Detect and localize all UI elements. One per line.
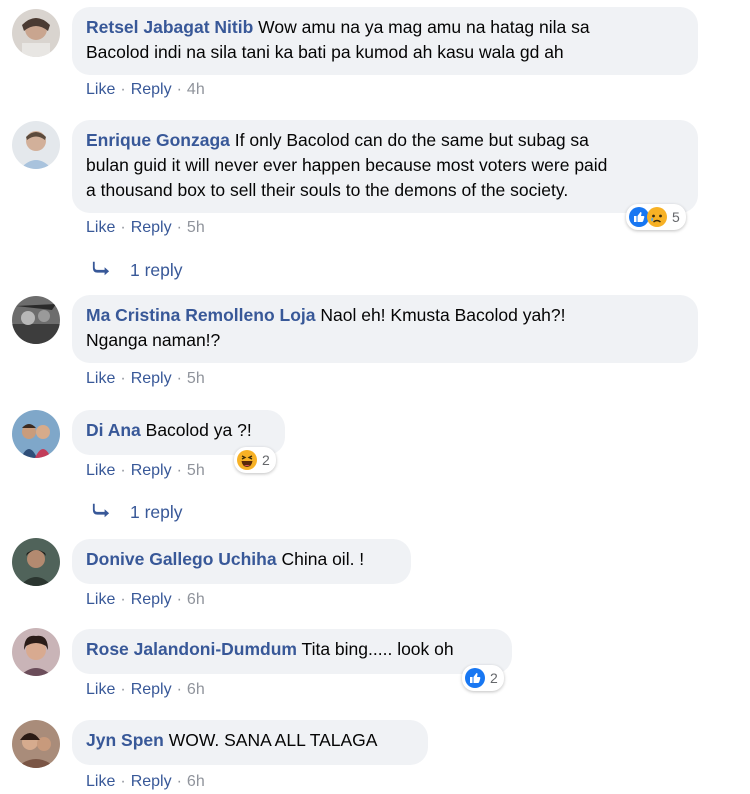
avatar[interactable] (12, 9, 60, 57)
separator: · (176, 773, 182, 790)
comment-bubble: Jyn Spen WOW. SANA ALL TALAGA (72, 720, 428, 765)
like-link[interactable]: Like (86, 370, 115, 387)
reaction-count: 2 (262, 452, 270, 468)
reply-link[interactable]: Reply (131, 370, 172, 387)
like-link[interactable]: Like (86, 591, 115, 608)
comment-text-line: bulan guid it will never ever happen bec… (86, 155, 608, 175)
view-replies-link[interactable]: 1 reply (92, 260, 183, 281)
sad-reaction-icon (646, 206, 668, 228)
like-link[interactable]: Like (86, 773, 115, 790)
timestamp[interactable]: 5h (187, 370, 205, 387)
separator: · (176, 591, 182, 608)
comment-bubble: Rose Jalandoni-Dumdum Tita bing..... loo… (72, 629, 512, 674)
comment-text: Tita bing..... look oh (301, 639, 454, 659)
like-link[interactable]: Like (86, 462, 115, 479)
like-link[interactable]: Like (86, 681, 115, 698)
avatar[interactable] (12, 538, 60, 586)
view-replies-link[interactable]: 1 reply (92, 502, 183, 523)
comment-text-line: Nganga naman!? (86, 330, 221, 350)
comment-bubble: Ma Cristina Remolleno Loja Naol eh! Kmus… (72, 295, 698, 363)
reply-link[interactable]: Reply (131, 773, 172, 790)
comment-author[interactable]: Ma Cristina Remolleno Loja (86, 305, 315, 325)
comment-actions: Like · Reply · 6h (86, 772, 205, 792)
avatar[interactable] (12, 720, 60, 768)
comment-text-line: a thousand box to sell their souls to th… (86, 180, 569, 200)
haha-reaction-icon (236, 449, 258, 471)
comment-bubble: Donive Gallego Uchiha China oil. ! (72, 539, 411, 584)
reply-link[interactable]: Reply (131, 81, 172, 98)
separator: · (120, 462, 126, 479)
comment-author[interactable]: Di Ana (86, 420, 141, 440)
timestamp[interactable]: 6h (187, 591, 205, 608)
timestamp[interactable]: 4h (187, 81, 205, 98)
separator: · (120, 370, 126, 387)
comment-text: China oil. ! (281, 549, 365, 569)
comment-text: Naol eh! Kmusta Bacolod yah?! (320, 305, 566, 325)
separator: · (120, 81, 126, 98)
comment-actions: Like · Reply · 5h (86, 369, 205, 389)
separator: · (176, 81, 182, 98)
replies-count: 1 reply (130, 260, 183, 280)
comment-actions: Like · Reply · 6h (86, 590, 205, 610)
avatar[interactable] (12, 296, 60, 344)
avatar[interactable] (12, 121, 60, 169)
comment-text: WOW. SANA ALL TALAGA (168, 730, 378, 750)
reaction-count: 5 (672, 209, 680, 225)
comment-author[interactable]: Enrique Gonzaga (86, 130, 230, 150)
comment-actions: Like · Reply · 6h (86, 680, 205, 700)
reply-arrow-icon (92, 502, 130, 523)
timestamp[interactable]: 6h (187, 681, 205, 698)
timestamp[interactable]: 5h (187, 219, 205, 236)
comment-bubble: Retsel Jabagat Nitib Wow amu na ya mag a… (72, 7, 698, 75)
comment-text: Bacolod ya ?! (145, 420, 252, 440)
separator: · (176, 681, 182, 698)
comment-text-line: Bacolod indi na sila tani ka bati pa kum… (86, 42, 564, 62)
reaction-summary[interactable]: 5 (626, 204, 686, 230)
separator: · (176, 462, 182, 479)
separator: · (120, 773, 126, 790)
separator: · (120, 591, 126, 608)
comment-actions: Like · Reply · 5h (86, 461, 205, 481)
separator: · (176, 219, 182, 236)
comment-author[interactable]: Rose Jalandoni-Dumdum (86, 639, 297, 659)
reaction-summary[interactable]: 2 (462, 665, 504, 691)
like-link[interactable]: Like (86, 81, 115, 98)
separator: · (120, 681, 126, 698)
separator: · (176, 370, 182, 387)
replies-count: 1 reply (130, 502, 183, 522)
reaction-count: 2 (490, 670, 498, 686)
like-link[interactable]: Like (86, 219, 115, 236)
like-reaction-icon (464, 667, 486, 689)
timestamp[interactable]: 5h (187, 462, 205, 479)
comment-text: If only Bacolod can do the same but suba… (234, 130, 589, 150)
comment-author[interactable]: Retsel Jabagat Nitib (86, 17, 253, 37)
comment-author[interactable]: Jyn Spen (86, 730, 164, 750)
comment-author[interactable]: Donive Gallego Uchiha (86, 549, 277, 569)
separator: · (120, 219, 126, 236)
reaction-summary[interactable]: 2 (234, 447, 276, 473)
avatar[interactable] (12, 628, 60, 676)
comment-actions: Like · Reply · 5h (86, 218, 205, 238)
comment-bubble: Enrique Gonzaga If only Bacolod can do t… (72, 120, 698, 213)
comment-actions: Like · Reply · 4h (86, 80, 205, 100)
reply-link[interactable]: Reply (131, 462, 172, 479)
reply-link[interactable]: Reply (131, 219, 172, 236)
reply-link[interactable]: Reply (131, 591, 172, 608)
avatar[interactable] (12, 410, 60, 458)
reply-link[interactable]: Reply (131, 681, 172, 698)
reply-arrow-icon (92, 260, 130, 281)
timestamp[interactable]: 6h (187, 773, 205, 790)
comment-text: Wow amu na ya mag amu na hatag nila sa (258, 17, 590, 37)
